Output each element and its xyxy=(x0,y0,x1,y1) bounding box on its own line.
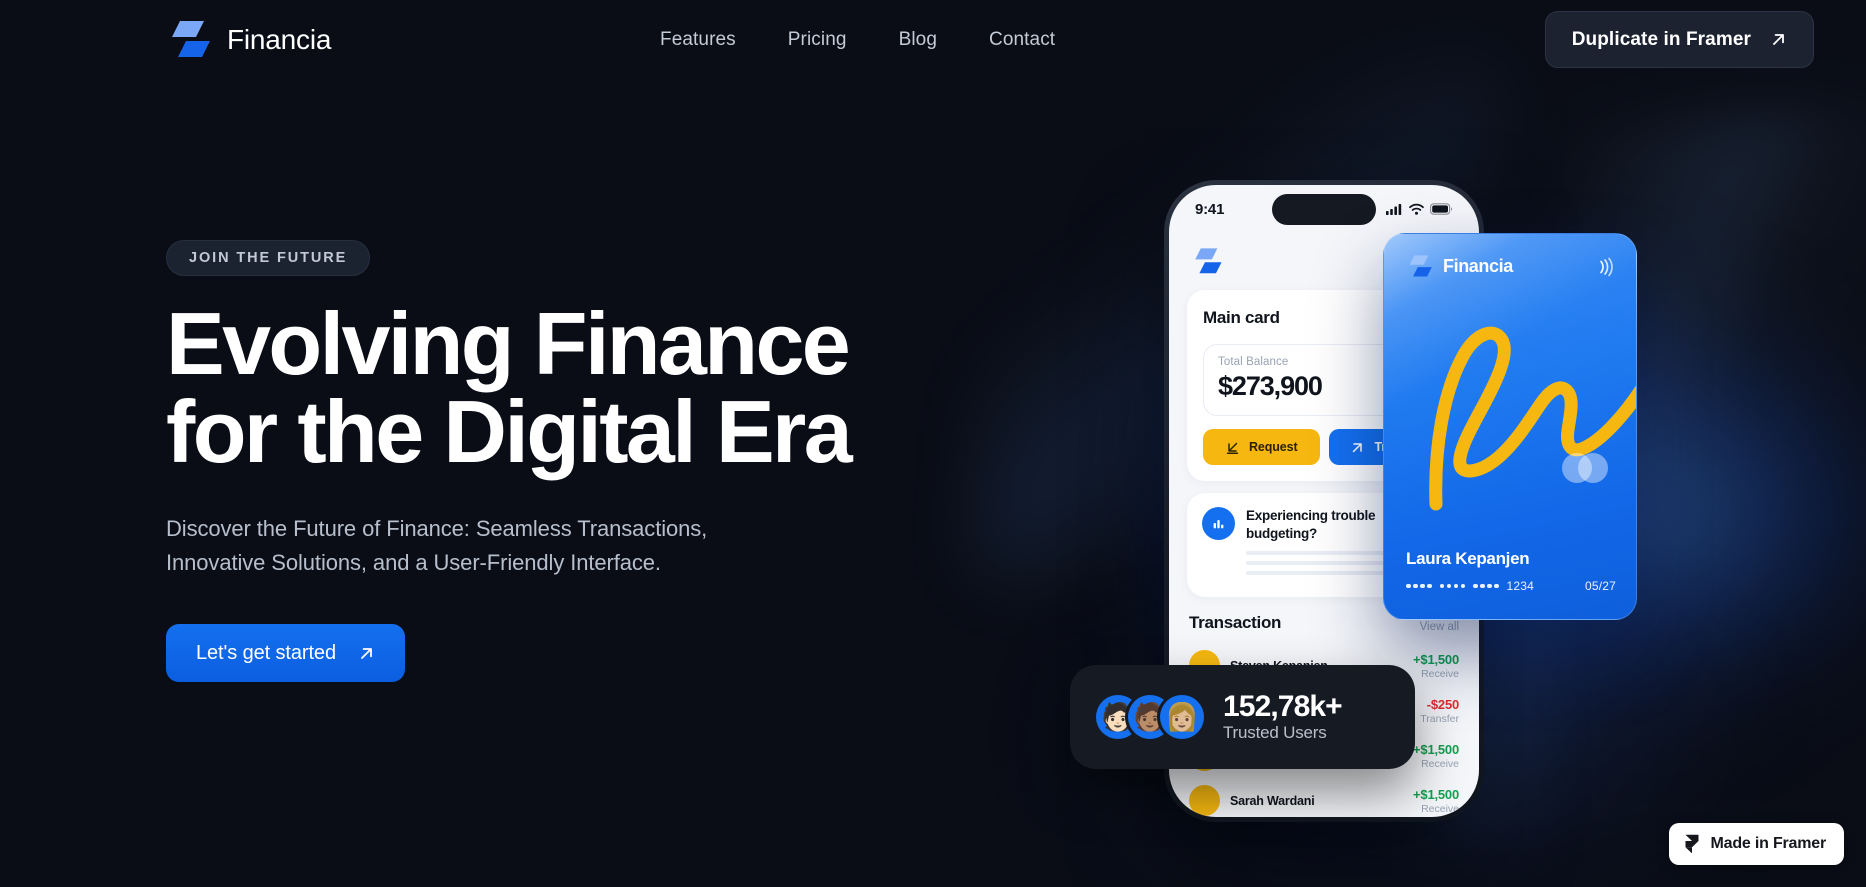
nav-item-features[interactable]: Features xyxy=(660,29,736,51)
transaction-kind: Transfer xyxy=(1420,712,1459,725)
transaction-kind: Receive xyxy=(1421,802,1459,815)
arrow-up-right-icon xyxy=(361,647,372,659)
trusted-users-count: 152,78k+ xyxy=(1223,689,1343,723)
credit-card-brand: Financia xyxy=(1443,256,1513,276)
page-title: Evolving Finance for the Digital Era xyxy=(166,300,926,476)
card-number-mask xyxy=(1439,583,1465,589)
card-scheme-icon xyxy=(1562,453,1608,483)
transaction-name: Sarah Wardani xyxy=(1230,793,1315,808)
battery-icon xyxy=(1430,203,1453,215)
avatar: 👩🏼 xyxy=(1160,695,1204,739)
framer-logo-icon xyxy=(1685,834,1699,854)
credit-card-details: Laura Kepanjen 1234 05/27 xyxy=(1406,549,1616,593)
trusted-users-card: 🧑🏻 🧑🏽 👩🏼 152,78k+ Trusted Users xyxy=(1070,665,1415,769)
brand-name: Financia xyxy=(227,24,332,55)
financia-logo-icon xyxy=(1195,248,1222,274)
arrow-down-left-icon xyxy=(1226,442,1239,454)
nav-item-pricing[interactable]: Pricing xyxy=(788,29,847,51)
transaction-kind: Receive xyxy=(1421,667,1459,680)
transaction-amount: +$1,500 xyxy=(1413,741,1459,757)
status-time: 9:41 xyxy=(1195,200,1225,218)
nav-item-blog[interactable]: Blog xyxy=(899,29,937,51)
transaction-amount: +$1,500 xyxy=(1413,651,1459,667)
card-holder-name: Laura Kepanjen xyxy=(1406,549,1530,568)
view-all-link[interactable]: View all xyxy=(1420,621,1459,633)
duplicate-in-framer-button[interactable]: Duplicate in Framer xyxy=(1544,11,1814,68)
transaction-amount: -$250 xyxy=(1426,696,1459,712)
arrow-up-right-icon xyxy=(1773,34,1784,45)
main-nav: Features Pricing Blog Contact xyxy=(660,22,1055,58)
brand-logo-link[interactable]: Financia xyxy=(166,12,331,68)
card-number: 1234 xyxy=(1406,579,1534,593)
arrow-up-right-icon xyxy=(1353,442,1363,452)
hero-section: JOIN THE FUTURE Evolving Finance for the… xyxy=(166,240,926,683)
made-in-framer-badge[interactable]: Made in Framer xyxy=(1668,823,1844,865)
credit-card: Financia Laura Kepanjen 1234 05/27 xyxy=(1383,233,1637,620)
signature-squiggle-icon xyxy=(1429,326,1636,511)
main-card-title: Main card xyxy=(1203,308,1280,327)
contactless-icon xyxy=(1600,257,1613,276)
get-started-button[interactable]: Let's get started xyxy=(166,624,405,683)
bar-chart-icon xyxy=(1202,507,1235,540)
status-icons xyxy=(1386,203,1453,215)
landing-page: Financia Features Pricing Blog Contact D… xyxy=(0,0,1866,887)
hero-badge-label: JOIN THE FUTURE xyxy=(189,250,348,266)
headline-line-1: Evolving Finance xyxy=(166,294,851,393)
site-header: Financia Features Pricing Blog Contact D… xyxy=(0,0,1866,80)
request-label: Request xyxy=(1248,440,1298,454)
nav-item-contact[interactable]: Contact xyxy=(989,29,1055,51)
hero-subtitle-line-2: Innovative Solutions, and a User-Friendl… xyxy=(166,550,661,576)
transaction-kind: Receive xyxy=(1421,757,1459,770)
trusted-users-text: 152,78k+ Trusted Users xyxy=(1223,689,1343,744)
card-number-mask xyxy=(1473,583,1499,589)
signal-bars-icon xyxy=(1386,204,1402,215)
wifi-icon xyxy=(1409,203,1424,215)
headline-line-2: for the Digital Era xyxy=(166,382,853,481)
avatar-group: 🧑🏻 🧑🏽 👩🏼 xyxy=(1096,695,1204,739)
credit-card-header: Financia xyxy=(1406,254,1616,279)
avatar xyxy=(1189,785,1220,817)
financia-logo-icon xyxy=(172,21,210,57)
hero-subtitle-line-1: Discover the Future of Finance: Seamless… xyxy=(166,516,708,541)
hero-badge: JOIN THE FUTURE xyxy=(166,240,371,276)
card-number-last4: 1234 xyxy=(1506,579,1534,593)
card-expiry: 05/27 xyxy=(1584,579,1616,593)
duplicate-in-framer-label: Duplicate in Framer xyxy=(1571,28,1751,50)
transaction-amount: +$1,500 xyxy=(1413,786,1459,802)
table-row[interactable]: Sarah Wardani +$1,500 Receive xyxy=(1187,778,1461,817)
financia-logo-icon xyxy=(1409,255,1432,277)
hero-subtitle: Discover the Future of Finance: Seamless… xyxy=(166,512,926,580)
made-in-framer-label: Made in Framer xyxy=(1710,835,1827,852)
request-button[interactable]: Request xyxy=(1203,429,1320,465)
card-number-mask xyxy=(1406,583,1432,589)
dynamic-island xyxy=(1272,194,1376,225)
get-started-label: Let's get started xyxy=(196,641,336,664)
transaction-title: Transaction xyxy=(1189,613,1282,633)
phone-status-bar: 9:41 xyxy=(1169,185,1479,233)
trusted-users-label: Trusted Users xyxy=(1223,723,1327,743)
